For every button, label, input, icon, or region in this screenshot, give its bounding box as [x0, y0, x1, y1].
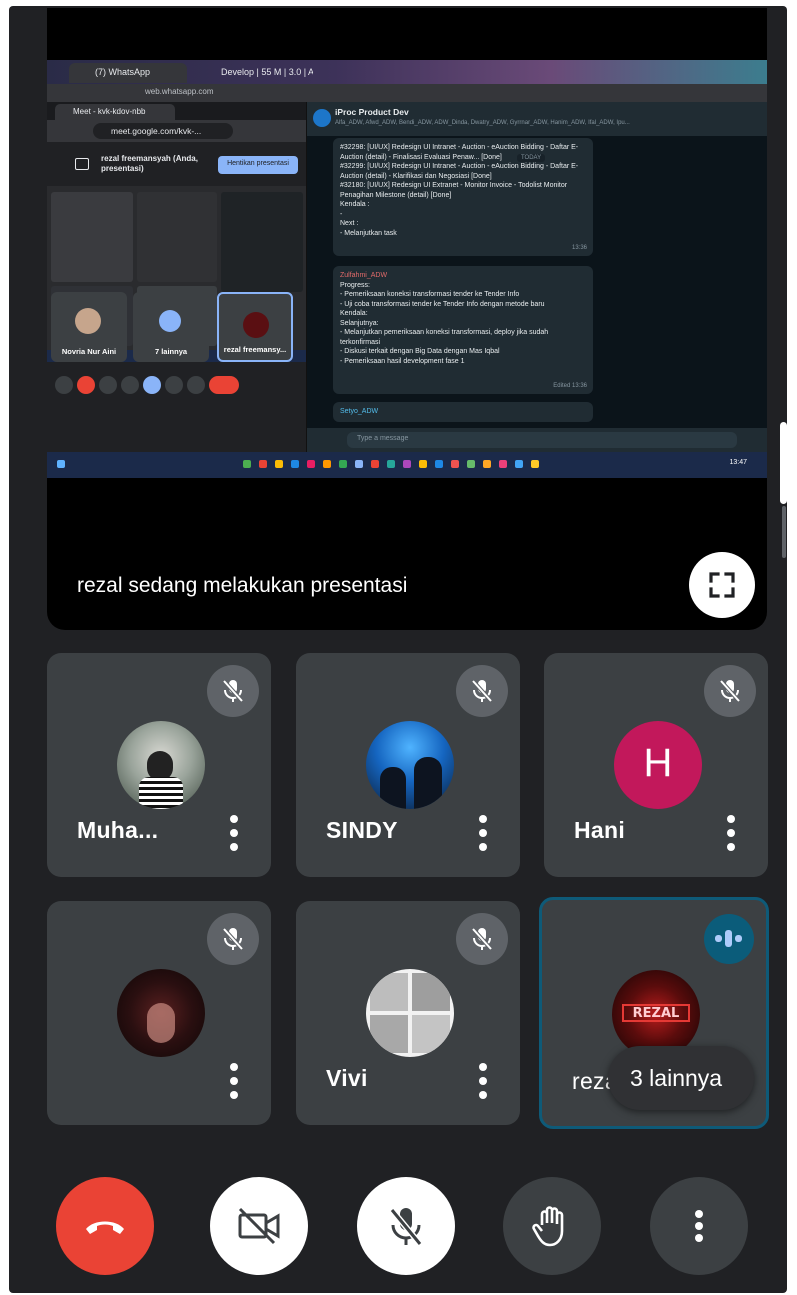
more-vert-icon[interactable]	[476, 813, 490, 853]
mini-thumb-novria: Novria Nur Aini	[51, 292, 127, 362]
browser-address-bar: web.whatsapp.com	[47, 84, 767, 102]
hand-icon	[532, 1206, 564, 1247]
present-icon	[75, 158, 89, 170]
more-vert-icon[interactable]	[476, 1061, 490, 1101]
mic-muted-badge	[456, 665, 508, 717]
participant-tile[interactable]: Muha...	[47, 653, 271, 877]
taskbar-clock: 13:47	[729, 459, 747, 466]
mic-off-icon	[389, 1208, 423, 1246]
fullscreen-icon	[709, 572, 735, 598]
mic-off-icon	[222, 927, 244, 951]
participant-name: SINDY	[326, 817, 398, 843]
mic-toggle-button[interactable]	[357, 1177, 455, 1275]
avatar	[366, 969, 454, 1057]
mini-thumb-name: 7 lainnya	[154, 347, 188, 356]
mic-off-icon	[222, 679, 244, 703]
participant-name: Vivi	[326, 1065, 368, 1091]
message-1: #32298: [UI/UX] Redesign UI Intranet - A…	[333, 138, 593, 256]
avatar	[117, 721, 205, 809]
avatar	[117, 969, 205, 1057]
presenting-label: rezal freemansyah (Anda, presentasi)	[101, 154, 198, 173]
windows-taskbar: 13:47	[47, 452, 767, 478]
meet-app: (7) WhatsApp Develop | 55 M | 3.0 | ADW.…	[9, 6, 787, 1293]
speaking-indicator-icon	[704, 914, 754, 964]
more-options-button[interactable]	[650, 1177, 748, 1275]
participant-tile[interactable]	[47, 901, 271, 1125]
participant-tile[interactable]: H Hani	[544, 653, 768, 877]
whatsapp-input-bar: Type a message	[307, 428, 767, 452]
avatar	[366, 721, 454, 809]
message-3: Setyo_ADW	[333, 402, 593, 422]
participant-tile-active-speaker[interactable]: REZAL rezal 3 lainnya	[539, 897, 769, 1129]
whatsapp-chat-header: iProc Product Dev Alfa_ADW, Afwd_ADW, Be…	[307, 102, 767, 136]
camera-toggle-button[interactable]	[210, 1177, 308, 1275]
mini-thumb-name: Novria Nur Aini	[61, 347, 117, 356]
more-vert-icon[interactable]	[227, 813, 241, 853]
more-vert-icon[interactable]	[724, 813, 738, 853]
presentation-caption: rezal sedang melakukan presentasi	[77, 574, 408, 597]
videocam-off-icon	[238, 1207, 280, 1245]
raise-hand-button[interactable]	[503, 1177, 601, 1275]
meet-address-bar: meet.google.com/kvk-...	[47, 120, 306, 142]
browser-tab-strip: (7) WhatsApp Develop | 55 M | 3.0 | ADW.…	[47, 60, 767, 84]
avatar: REZAL	[612, 970, 700, 1058]
meet-tab-bar: Meet - kvk-kdov-nbb	[47, 102, 306, 120]
mini-thumb-name: rezal freemansy...	[223, 345, 287, 354]
group-name: iProc Product Dev	[335, 107, 409, 117]
participant-name: Hani	[574, 817, 626, 843]
group-members: Alfa_ADW, Afwd_ADW, Bendi_ADW, ADW_Dinda…	[335, 120, 630, 126]
browser-url: web.whatsapp.com	[145, 87, 214, 96]
participant-name: Muha...	[77, 817, 159, 843]
end-call-button[interactable]	[56, 1177, 154, 1275]
whatsapp-message-input: Type a message	[347, 432, 737, 448]
meet-mini-window: Meet - kvk-kdov-nbb meet.google.com/kvk-…	[47, 102, 307, 452]
mic-muted-badge	[207, 913, 259, 965]
mini-thumb-others: 7 lainnya	[133, 292, 209, 362]
mic-muted-badge	[456, 913, 508, 965]
participant-tile[interactable]: Vivi	[296, 901, 520, 1125]
today-chip: TODAY	[517, 154, 546, 162]
mic-off-icon	[471, 927, 493, 951]
more-vert-icon	[695, 1210, 703, 1242]
message-2: Zulfahmi_ADW Progress: - Pemeriksaan kon…	[333, 266, 593, 394]
browser-tab-whatsapp: (7) WhatsApp	[69, 63, 187, 83]
others-count-pill[interactable]: 3 lainnya	[608, 1046, 754, 1110]
participant-tile[interactable]: SINDY	[296, 653, 520, 877]
scrollbar-track	[782, 506, 786, 558]
meet-tab: Meet - kvk-kdov-nbb	[55, 104, 175, 120]
mic-off-icon	[471, 679, 493, 703]
fullscreen-button[interactable]	[689, 552, 755, 618]
presentation-stage[interactable]: (7) WhatsApp Develop | 55 M | 3.0 | ADW.…	[47, 8, 767, 630]
mini-thumb-rezal: rezal freemansy...	[217, 292, 293, 362]
mic-muted-badge	[704, 665, 756, 717]
mic-muted-badge	[207, 665, 259, 717]
presenting-bar: rezal freemansyah (Anda, presentasi) Hen…	[47, 148, 306, 184]
avatar-letter: H	[614, 721, 702, 809]
mic-off-icon	[719, 679, 741, 703]
mini-controls	[47, 372, 306, 398]
more-vert-icon[interactable]	[227, 1061, 241, 1101]
browser-tab-develop: Develop | 55 M | 3.0 | ADW...	[221, 67, 313, 77]
meet-url: meet.google.com/kvk-...	[93, 123, 233, 139]
whatsapp-window: iProc Product Dev Alfa_ADW, Afwd_ADW, Be…	[307, 102, 767, 452]
scrollbar-thumb[interactable]	[780, 422, 787, 504]
call-end-icon	[86, 1221, 124, 1234]
stop-presenting-button: Hentikan presentasi	[218, 156, 298, 174]
shared-screen: (7) WhatsApp Develop | 55 M | 3.0 | ADW.…	[47, 60, 767, 478]
